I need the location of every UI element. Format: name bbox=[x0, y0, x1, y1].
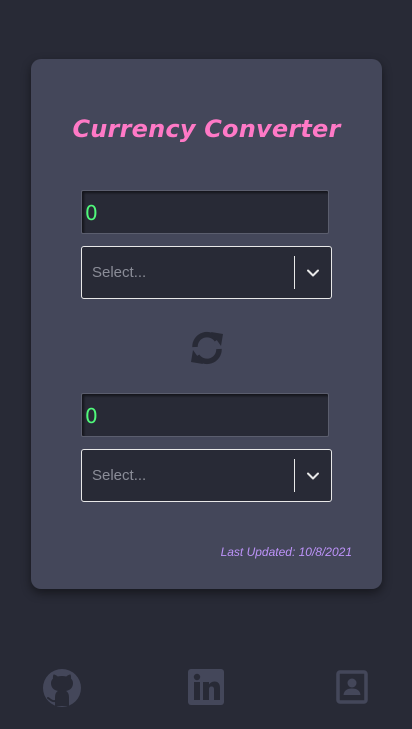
contact-card-icon[interactable] bbox=[334, 668, 374, 708]
to-currency-placeholder: Select... bbox=[92, 467, 147, 484]
from-currency-placeholder: Select... bbox=[92, 264, 147, 281]
select-separator bbox=[294, 256, 295, 289]
from-currency-select[interactable]: Select... bbox=[81, 246, 332, 299]
chevron-down-icon[interactable] bbox=[306, 266, 320, 280]
sync-icon[interactable] bbox=[187, 328, 227, 368]
app-title: Currency Converter bbox=[72, 115, 341, 143]
last-updated-text: Last Updated: 10/8/2021 bbox=[220, 545, 352, 559]
converter-card: Currency Converter 0 Select... 0 Select.… bbox=[31, 59, 382, 589]
linkedin-icon[interactable] bbox=[187, 668, 227, 708]
page: Currency Converter 0 Select... 0 Select.… bbox=[0, 0, 412, 729]
to-amount-input[interactable]: 0 bbox=[81, 393, 329, 437]
chevron-down-icon[interactable] bbox=[306, 469, 320, 483]
select-separator bbox=[294, 459, 295, 492]
to-currency-select[interactable]: Select... bbox=[81, 449, 332, 502]
from-amount-input[interactable]: 0 bbox=[81, 190, 329, 234]
github-icon[interactable] bbox=[42, 668, 82, 708]
